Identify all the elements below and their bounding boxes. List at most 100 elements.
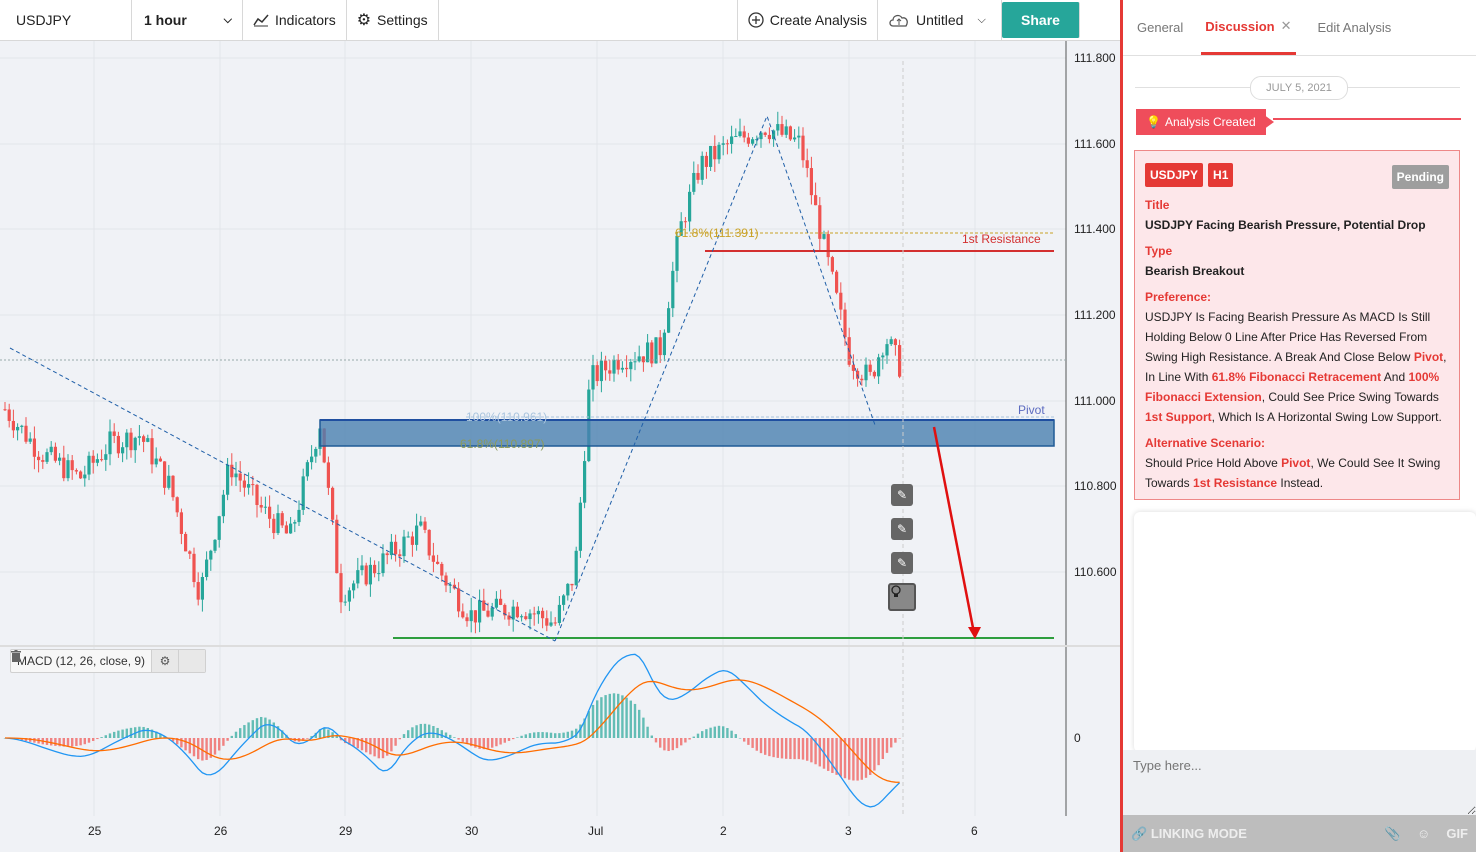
macd-histogram-bar (432, 726, 435, 738)
macd-histogram-bar (87, 738, 91, 743)
macd-histogram-bar (688, 738, 691, 740)
candle-body (247, 484, 251, 488)
macd-histogram-bar (801, 738, 805, 760)
candle-body (860, 378, 864, 381)
candle-body (683, 221, 687, 223)
candle-body (830, 257, 834, 272)
candle-body (205, 559, 209, 577)
edit-pencil-icon[interactable]: ✎ (891, 484, 913, 506)
tab-general[interactable]: General (1123, 0, 1197, 55)
create-analysis-button[interactable]: Create Analysis (738, 0, 878, 40)
macd-histogram-bar (121, 729, 124, 738)
gear-icon[interactable]: ⚙ (151, 650, 179, 672)
price-tick: 110.800 (1074, 479, 1117, 493)
candle-body (717, 144, 721, 160)
symbol-label: USDJPY (16, 12, 72, 28)
candle-body (221, 494, 225, 517)
candle-body (557, 604, 561, 623)
macd-histogram-bar (323, 728, 326, 738)
chart-area[interactable]: 111.800 111.600 111.400 111.200 111.000 … (0, 41, 1120, 852)
tab-discussion[interactable]: Discussion ✕ (1201, 0, 1296, 55)
candle-body (37, 456, 41, 461)
candle-body (209, 550, 213, 560)
candle-body (583, 461, 587, 503)
candle-body (305, 462, 309, 477)
candle-body (797, 135, 801, 138)
candle-body (532, 613, 536, 615)
macd-histogram-bar (558, 733, 561, 738)
bottom-bar: 🔗 LINKING MODE 📎 ☺ GIF (1123, 815, 1476, 852)
candle-body (696, 172, 700, 180)
edit-pencil-icon[interactable]: ✎ (891, 552, 913, 574)
trash-icon[interactable] (11, 650, 206, 672)
pref-highlight: 61.8% Fibonacci Retracement (1211, 370, 1382, 384)
interval-dropdown[interactable]: 1 hour ⌵ (132, 0, 243, 40)
macd-histogram-bar (562, 732, 565, 738)
candle-body (578, 502, 582, 551)
tab-edit-analysis[interactable]: Edit Analysis (1304, 0, 1406, 55)
macd-histogram-bar (100, 737, 103, 738)
macd-histogram-bar (726, 728, 729, 738)
time-tick: 2 (720, 824, 727, 838)
macd-histogram-bar (890, 738, 893, 748)
candle-body (263, 506, 267, 508)
candle-body (730, 136, 734, 144)
candle-body (751, 139, 755, 144)
candle-body (494, 598, 498, 608)
candle-body (259, 505, 263, 508)
macd-histogram-bar (785, 738, 788, 759)
share-button[interactable]: Share (1002, 2, 1080, 38)
macd-histogram-bar (495, 738, 498, 747)
candle-body (889, 339, 893, 345)
candle-body (406, 536, 410, 538)
emoji-icon[interactable]: ☺ (1409, 826, 1438, 841)
symbol-selector[interactable]: USDJPY (0, 0, 132, 40)
date-pill: JULY 5, 2021 (1250, 76, 1348, 100)
macd-histogram-bar (810, 738, 813, 763)
alt-highlight: 1st Resistance (1193, 476, 1278, 490)
macd-histogram-bar (188, 738, 191, 754)
price-tick: 111.000 (1074, 394, 1116, 408)
macd-histogram-bar (860, 738, 863, 780)
candle-body (217, 516, 221, 540)
candle-body (184, 533, 188, 552)
macd-histogram-bar (272, 722, 275, 738)
candle-body (625, 367, 629, 370)
candle-body (150, 438, 154, 465)
candle-body (704, 155, 708, 167)
layout-dropdown[interactable]: Untitled ⌵ (878, 0, 1002, 40)
macd-histogram-bar (877, 738, 880, 766)
macd-histogram-bar (428, 724, 431, 738)
close-icon[interactable]: ✕ (1281, 18, 1292, 34)
macd-histogram-bar (516, 737, 519, 738)
candle-body (70, 460, 74, 471)
macd-histogram-bar (255, 718, 259, 738)
candle-body (507, 615, 511, 620)
price-chart[interactable] (0, 41, 1120, 852)
indicators-button[interactable]: Indicators (243, 0, 347, 40)
macd-histogram-bar (423, 723, 427, 738)
comment-input[interactable] (1123, 750, 1476, 815)
lightbulb-icon: 💡 (1146, 115, 1161, 129)
banner-line (1273, 118, 1461, 120)
candle-body (368, 564, 372, 585)
edit-pencil-icon[interactable]: ✎ (891, 518, 913, 540)
linking-mode-toggle[interactable]: 🔗 LINKING MODE (1123, 826, 1377, 842)
macd-histogram-bar (759, 738, 763, 754)
type-value: Bearish Breakout (1145, 264, 1245, 278)
lightbulb-icon[interactable] (888, 583, 916, 611)
analysis-card: USDJPY H1 Pending Title USDJPY Facing Be… (1134, 150, 1460, 500)
candle-body (95, 459, 99, 463)
settings-button[interactable]: ⚙ Settings (347, 0, 439, 40)
macd-histogram-bar (369, 738, 372, 755)
candle-body (62, 457, 66, 479)
attach-icon[interactable]: 📎 (1377, 826, 1409, 842)
macd-histogram-bar (222, 738, 225, 746)
candle-body (566, 583, 570, 596)
gif-button[interactable]: GIF (1438, 826, 1476, 841)
candle-body (746, 137, 750, 144)
candle-body (763, 132, 767, 135)
candle-body (851, 364, 855, 371)
macd-histogram-bar (243, 725, 246, 738)
pref-text: , Could See Price Swing Towards (1261, 390, 1439, 404)
